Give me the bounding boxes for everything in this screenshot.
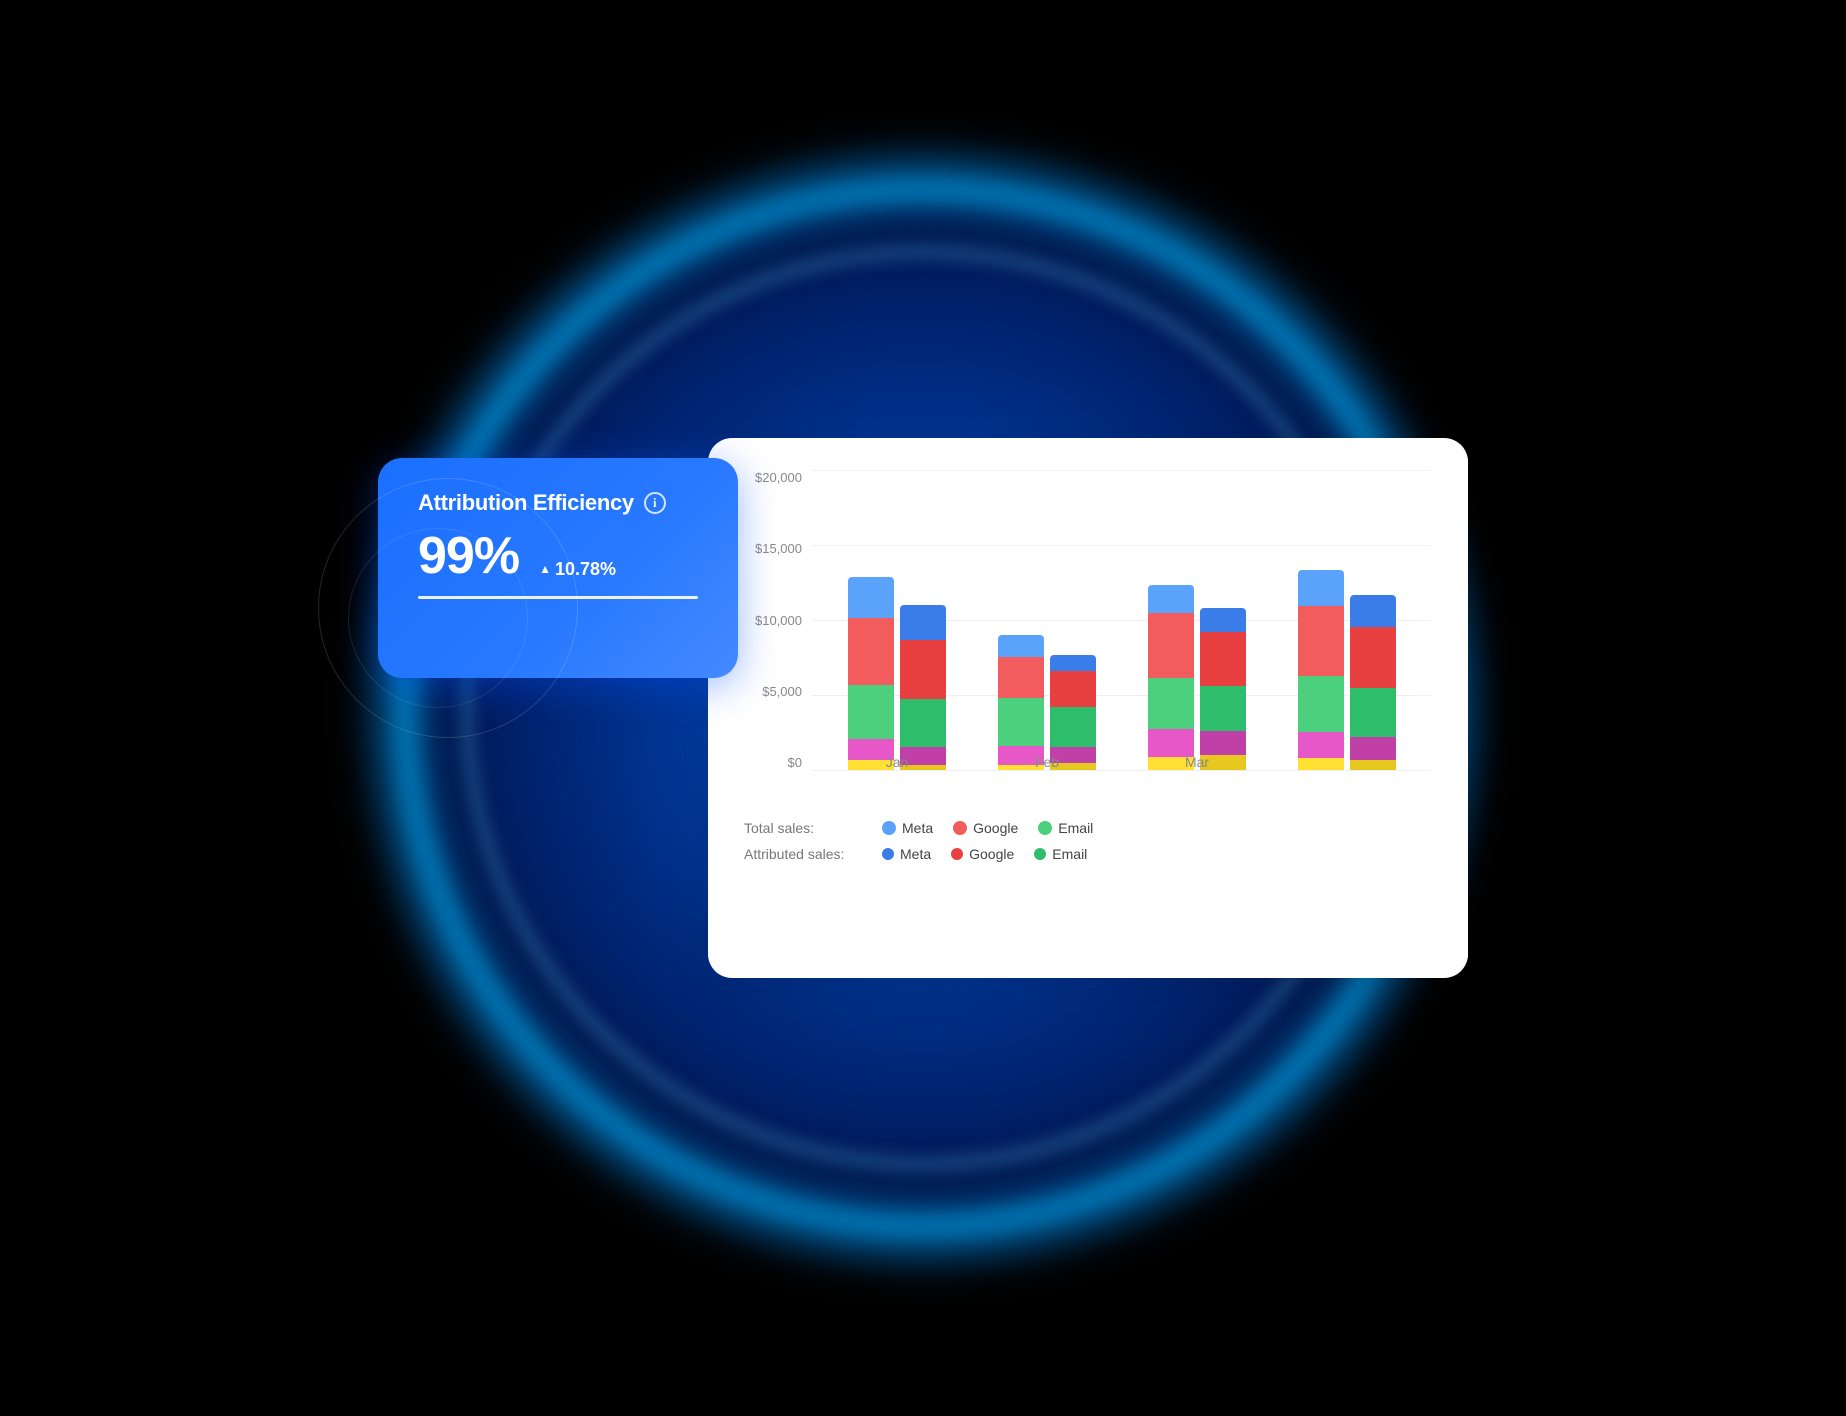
x-label-jan: Jan — [848, 754, 946, 770]
y-label-3: $5,000 — [762, 684, 802, 699]
legend-dot-google-attributed — [951, 848, 963, 860]
legend-row-attributed: Attributed sales: Meta Google Email — [744, 846, 1432, 862]
legend-total-label: Total sales: — [744, 820, 874, 836]
segment-blue — [1298, 570, 1344, 606]
change-value: 10.78% — [555, 559, 616, 580]
y-label-1: $15,000 — [755, 541, 802, 556]
segment-blue-attr — [1200, 608, 1246, 632]
metric-change: ▲ 10.78% — [539, 559, 616, 580]
y-label-4: $0 — [788, 755, 802, 770]
legend-email-attributed-label: Email — [1052, 846, 1087, 862]
change-arrow: ▲ — [539, 562, 551, 576]
segment-blue — [1148, 585, 1194, 613]
y-label-0: $20,000 — [755, 470, 802, 485]
legend-dot-meta-attributed — [882, 848, 894, 860]
chart-plot: Jan Feb Mar — [812, 470, 1432, 770]
segment-red-attr — [1050, 671, 1096, 707]
segment-green — [848, 685, 894, 739]
legend-email-total-label: Email — [1058, 820, 1093, 836]
segment-red — [1148, 613, 1194, 678]
legend-google-attributed-label: Google — [969, 846, 1014, 862]
x-axis: Jan Feb Mar — [812, 740, 1432, 770]
segment-red-attr — [1350, 627, 1396, 688]
legend-meta-attributed-label: Meta — [900, 846, 931, 862]
legend-dot-email-total — [1038, 821, 1052, 835]
x-label-mar: Mar — [1148, 754, 1246, 770]
segment-red-attr — [900, 640, 946, 699]
header-title: Attribution Efficiency — [418, 490, 634, 516]
legend-meta-total-label: Meta — [902, 820, 933, 836]
header-title-row: Attribution Efficiency i — [418, 490, 698, 516]
segment-blue — [998, 635, 1044, 657]
segment-red — [998, 657, 1044, 699]
segment-blue-attr — [1350, 595, 1396, 627]
segment-green — [1148, 678, 1194, 730]
legend-dot-meta-total — [882, 821, 896, 835]
legend-total-email: Email — [1038, 820, 1093, 836]
deco-circle — [318, 478, 578, 738]
segment-green-attr — [1200, 686, 1246, 731]
segment-blue-attr — [900, 605, 946, 640]
legend-total-meta: Meta — [882, 820, 933, 836]
metric-value: 99% — [418, 530, 519, 582]
info-icon[interactable]: i — [644, 492, 666, 514]
metric-row: 99% ▲ 10.78% — [418, 530, 698, 582]
grid-line-4 — [812, 770, 1432, 771]
segment-red-attr — [1200, 632, 1246, 685]
legend-row-total: Total sales: Meta Google Email — [744, 820, 1432, 836]
legend-attributed-google: Google — [951, 846, 1014, 862]
segment-red — [1298, 606, 1344, 676]
legend-attributed-email: Email — [1034, 846, 1087, 862]
chart-container: $20,000 $15,000 $10,000 $5,000 $0 — [744, 470, 1432, 800]
segment-green — [1298, 676, 1344, 732]
segment-blue — [848, 577, 894, 618]
y-label-2: $10,000 — [755, 613, 802, 628]
legend-attributed-meta: Meta — [882, 846, 931, 862]
underline-bar — [418, 596, 698, 599]
legend: Total sales: Meta Google Email — [744, 820, 1432, 862]
segment-red — [848, 618, 894, 686]
segment-green-attr — [1350, 688, 1396, 737]
segment-blue-attr — [1050, 655, 1096, 671]
x-label-feb: Feb — [998, 754, 1096, 770]
legend-attributed-items: Meta Google Email — [882, 846, 1087, 862]
legend-attributed-label: Attributed sales: — [744, 846, 874, 862]
legend-google-total-label: Google — [973, 820, 1018, 836]
legend-dot-email-attributed — [1034, 848, 1046, 860]
segment-green — [998, 698, 1044, 745]
legend-total-google: Google — [953, 820, 1018, 836]
legend-dot-google-total — [953, 821, 967, 835]
y-axis: $20,000 $15,000 $10,000 $5,000 $0 — [744, 470, 812, 770]
bars-area — [812, 470, 1432, 770]
header-card: Attribution Efficiency i 99% ▲ 10.78% — [378, 458, 738, 678]
legend-total-items: Meta Google Email — [882, 820, 1093, 836]
chart-card: $20,000 $15,000 $10,000 $5,000 $0 — [708, 438, 1468, 978]
card-wrapper: Attribution Efficiency i 99% ▲ 10.78% $2… — [378, 438, 1468, 978]
